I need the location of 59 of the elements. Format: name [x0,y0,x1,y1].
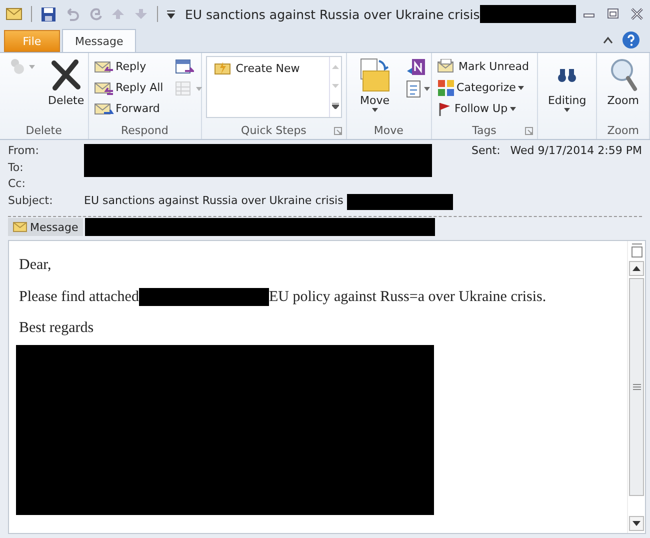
envelope-icon[interactable] [6,8,22,20]
ribbon-button[interactable]: Categorize [436,77,533,98]
group-label: Tags [472,124,496,136]
ribbon-button[interactable]: Follow Up [436,98,533,119]
group-label: Zoom [607,124,639,136]
field-label: Subject: [8,194,54,208]
message-tab[interactable]: Message [8,218,84,236]
ribbon-button[interactable]: Mark Unread [436,56,533,77]
maximize-icon[interactable] [606,8,620,20]
category-squares-icon [436,78,455,96]
scroll-up-icon[interactable] [629,261,644,276]
ribbon-button[interactable]: Move [350,56,399,122]
sent-date: Wed 9/17/2014 2:59 PM [510,144,642,159]
subject-text: EU sanctions against Russia over Ukraine crisis [84,194,344,208]
magnifier-icon [608,58,638,92]
help-icon[interactable] [622,31,640,49]
scrollbar[interactable] [627,241,645,533]
group-label: Respond [121,124,168,136]
scroll-down-icon[interactable] [629,516,644,531]
binoculars-icon [557,67,578,83]
launcher-icon[interactable] [334,127,342,135]
collapse-ribbon-icon[interactable] [602,35,614,45]
reply-icon [94,58,114,74]
field-label: From: [8,144,40,159]
body-text: EU policy against Russ=a over Ukraine crisis. [268,288,546,306]
envelope-icon [13,222,27,232]
launcher-icon[interactable] [524,127,533,135]
ribbon-button[interactable]: Editing [542,56,592,122]
body-text: Dear, [19,257,52,274]
rules-icon [406,80,422,98]
grip-icon [632,384,640,390]
ribbon-button[interactable]: Forward [92,98,168,119]
delete-icon [50,59,82,91]
close-icon[interactable] [630,8,644,20]
field-label: To: [8,160,24,176]
group-label: Move [374,124,404,136]
sent-label: Sent: [472,144,500,159]
ribbon-tab[interactable]: Message [62,29,136,53]
folder-bolt-icon [214,61,232,75]
undo-icon[interactable] [65,7,79,21]
scroll-thumb[interactable] [629,278,644,496]
gallery-item[interactable]: Create New [206,59,307,77]
window-title: EU sanctions against Russia over Ukraine crisis [185,6,480,22]
ribbon-button[interactable]: Reply All [92,77,168,98]
group-label: Delete [26,124,62,136]
more-icon[interactable] [332,103,339,110]
ribbon-button[interactable]: Reply [92,56,168,77]
save-icon[interactable] [41,6,56,22]
ribbon-button[interactable]: Zoom [601,56,645,122]
forward-icon [94,100,114,116]
notebook-icon [406,57,426,77]
field-label: Cc: [8,177,26,192]
reply-all-icon [94,80,114,96]
customize-icon[interactable] [167,9,175,19]
group-label: Quick Steps [241,124,306,136]
ribbon-button[interactable]: Delete [42,56,90,122]
body-text: Please find attached [19,288,139,306]
body-text: Best regards [19,320,94,337]
redo-icon[interactable] [88,7,102,21]
